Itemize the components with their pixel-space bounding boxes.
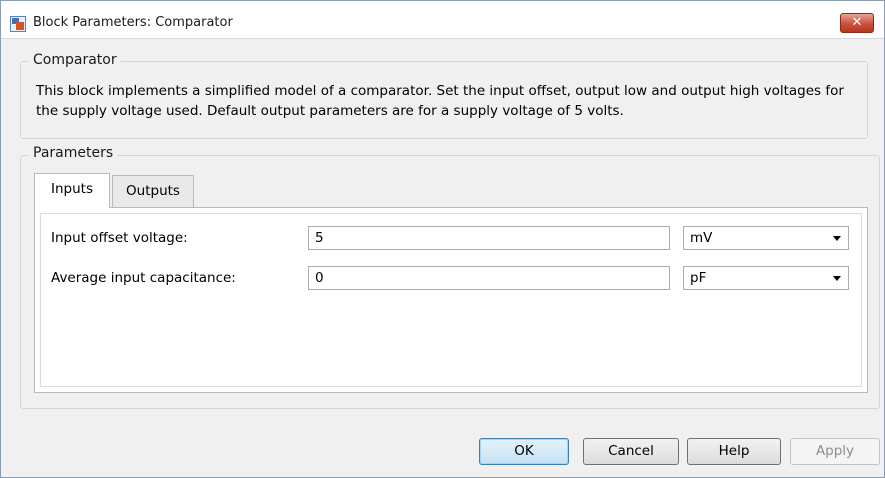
average-input-capacitance-unit-select[interactable]: pF [683,266,849,290]
tab-label: Outputs [126,183,180,199]
block-group-label: Comparator [29,52,121,68]
window-title: Block Parameters: Comparator [33,15,233,30]
cancel-button[interactable]: Cancel [583,438,679,465]
tab-outputs[interactable]: Outputs [112,175,194,207]
close-button[interactable]: ✕ [840,13,874,33]
close-icon: ✕ [851,15,863,30]
title-bar[interactable]: Block Parameters: Comparator ✕ [1,1,884,39]
tab-inputs[interactable]: Inputs [34,173,110,208]
simulink-block-icon [10,16,26,32]
block-description: This block implements a simplified model… [36,83,844,119]
ok-button[interactable]: OK [479,438,569,465]
unit-value: pF [690,270,707,286]
dialog-window: Block Parameters: Comparator ✕ Comparato… [0,0,885,478]
apply-button[interactable]: Apply [790,438,880,465]
parameters-group-label: Parameters [29,145,118,161]
input-offset-voltage-label: Input offset voltage: [51,230,188,246]
input-offset-voltage-input[interactable] [308,226,670,250]
chevron-down-icon [833,276,841,281]
average-input-capacitance-input[interactable] [308,266,670,290]
unit-value: mV [690,230,713,246]
tab-label: Inputs [51,181,93,197]
help-button[interactable]: Help [687,438,781,465]
chevron-down-icon [833,236,841,241]
average-input-capacitance-label: Average input capacitance: [51,270,236,286]
input-offset-voltage-unit-select[interactable]: mV [683,226,849,250]
